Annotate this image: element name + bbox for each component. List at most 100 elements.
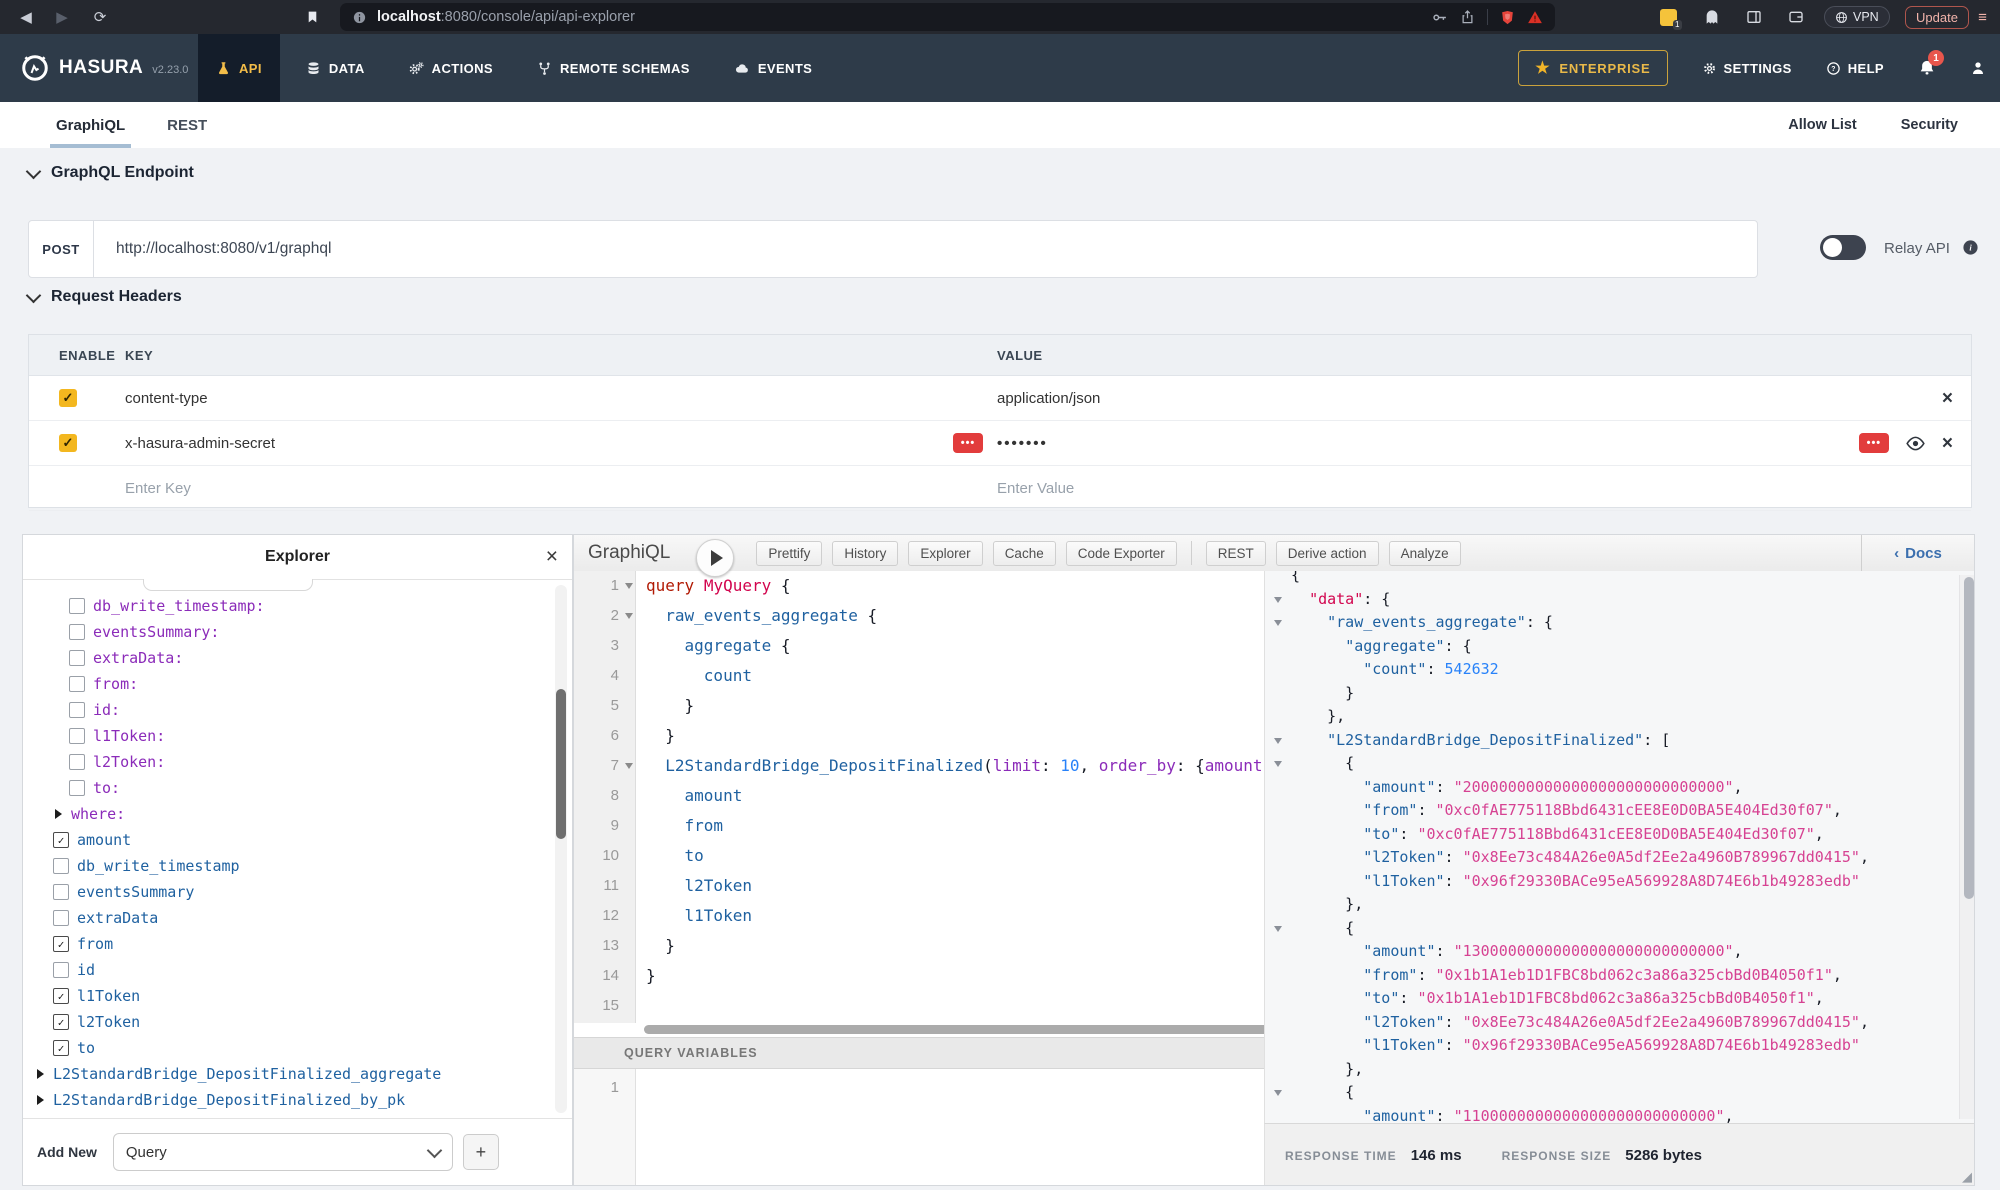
fold-arrow-icon[interactable] (625, 763, 633, 769)
nav-item-data[interactable]: DATA (288, 34, 383, 102)
hasura-brand[interactable]: HASURA v2.23.0 (20, 34, 188, 102)
checkbox-icon[interactable] (69, 702, 85, 718)
share-icon[interactable] (1460, 9, 1475, 25)
explorer-arg-id[interactable]: id: (23, 697, 572, 723)
explorer-arg-to[interactable]: to: (23, 775, 572, 801)
explorer-arg-l2token[interactable]: l2Token: (23, 749, 572, 775)
eye-icon[interactable] (1905, 436, 1926, 451)
checkbox-icon[interactable] (69, 650, 85, 666)
site-info-icon[interactable] (352, 0, 367, 34)
reload-icon[interactable]: ⟳ (88, 0, 112, 34)
docs-button[interactable]: ‹ Docs (1861, 535, 1974, 571)
explorer-arg-extradata[interactable]: extraData: (23, 645, 572, 671)
checkbox-icon[interactable] (69, 676, 85, 692)
checkbox-icon[interactable]: ✓ (53, 1014, 69, 1030)
rest-button[interactable]: REST (1206, 541, 1266, 566)
explorer-field-id[interactable]: id (23, 957, 572, 983)
info-icon[interactable]: i (1962, 239, 1979, 261)
nav-item-remote-schemas[interactable]: REMOTE SCHEMAS (519, 34, 708, 102)
checkbox-icon[interactable] (53, 884, 69, 900)
tab-rest[interactable]: REST (167, 102, 207, 148)
nav-item-actions[interactable]: ACTIONS (391, 34, 511, 102)
fold-arrow-icon[interactable] (1274, 738, 1282, 744)
nav-item-events[interactable]: EVENTS (716, 34, 830, 102)
request-headers-section[interactable]: Request Headers (28, 288, 182, 306)
enterprise-button[interactable]: ★ ENTERPRISE (1518, 50, 1667, 86)
explorer-scrollbar-thumb[interactable] (556, 689, 566, 839)
checkbox-icon[interactable]: ✓ (53, 936, 69, 952)
code-exporter-button[interactable]: Code Exporter (1066, 541, 1177, 566)
key-icon[interactable] (1431, 9, 1448, 26)
wallet-icon[interactable] (1784, 0, 1808, 34)
remove-header-icon[interactable]: × (1942, 389, 1953, 408)
expand-arrow-icon[interactable] (37, 1069, 44, 1079)
response-scrollbar-thumb[interactable] (1964, 577, 1974, 899)
header-key-input[interactable]: content-type (125, 390, 208, 407)
link-allow-list[interactable]: Allow List (1788, 102, 1856, 148)
fold-arrow-icon[interactable] (1274, 1090, 1282, 1096)
checkbox-icon[interactable]: ✓ (53, 988, 69, 1004)
fold-arrow-icon[interactable] (1274, 926, 1282, 932)
header-key-input[interactable]: x-hasura-admin-secret (125, 435, 275, 452)
close-icon[interactable]: × (546, 545, 558, 569)
prettify-button[interactable]: Prettify (756, 541, 822, 566)
sidebar-icon[interactable] (1742, 0, 1766, 34)
checkbox-icon[interactable]: ✓ (53, 832, 69, 848)
help-button[interactable]: ? HELP (1826, 61, 1884, 76)
explorer-arg-l1token[interactable]: l1Token: (23, 723, 572, 749)
explorer-arg-db_write_timestamp[interactable]: db_write_timestamp: (23, 593, 572, 619)
admin-secret-pill[interactable]: ••• (1859, 433, 1889, 453)
explorer-field-l1token[interactable]: ✓l1Token (23, 983, 572, 1009)
enable-checkbox[interactable]: ✓ (59, 434, 77, 452)
checkbox-icon[interactable] (69, 754, 85, 770)
ghost-extension-icon[interactable] (1700, 0, 1724, 34)
derive-action-button[interactable]: Derive action (1276, 541, 1379, 566)
explorer-field-from[interactable]: ✓from (23, 931, 572, 957)
analyze-button[interactable]: Analyze (1389, 541, 1461, 566)
checkbox-icon[interactable] (53, 858, 69, 874)
bookmark-icon[interactable] (300, 0, 324, 34)
explorer-field-db_write_timestamp[interactable]: db_write_timestamp (23, 853, 572, 879)
settings-button[interactable]: SETTINGS (1702, 61, 1792, 76)
checkbox-icon[interactable] (69, 728, 85, 744)
fold-arrow-icon[interactable] (625, 583, 633, 589)
vpn-button[interactable]: VPN (1824, 0, 1890, 34)
new-key-input[interactable]: Enter Key (125, 480, 191, 497)
history-button[interactable]: History (832, 541, 898, 566)
query-editor[interactable]: query MyQuery { raw_events_aggregate { a… (636, 571, 1264, 1023)
warning-triangle-icon[interactable] (1527, 10, 1543, 25)
explorer-field-extradata[interactable]: extraData (23, 905, 572, 931)
tab-graphiql[interactable]: GraphiQL (56, 102, 125, 148)
fold-arrow-icon[interactable] (625, 613, 633, 619)
checkbox-icon[interactable] (53, 962, 69, 978)
query-variables-bar[interactable]: QUERY VARIABLES (574, 1037, 1264, 1069)
fold-arrow-icon[interactable] (1274, 597, 1282, 603)
explorer-field-eventssummary[interactable]: eventsSummary (23, 879, 572, 905)
relay-api-toggle[interactable] (1820, 235, 1866, 260)
explorer-item-l2standardbridge_depositfinalized_aggregate[interactable]: L2StandardBridge_DepositFinalized_aggreg… (23, 1061, 572, 1087)
expand-arrow-icon[interactable] (37, 1095, 44, 1105)
fold-arrow-icon[interactable] (1274, 620, 1282, 626)
header-value-input[interactable]: application/json (997, 390, 1100, 407)
link-security[interactable]: Security (1901, 102, 1958, 148)
new-value-input[interactable]: Enter Value (997, 480, 1074, 497)
nav-item-api[interactable]: API (198, 34, 280, 102)
checkbox-icon[interactable] (53, 910, 69, 926)
browser-menu-icon[interactable]: ≡ (1972, 0, 1994, 34)
enable-checkbox[interactable]: ✓ (59, 389, 77, 407)
response-json[interactable]: { "data": { "raw_events_aggregate": { "a… (1291, 571, 1975, 1123)
checkbox-icon[interactable] (69, 624, 85, 640)
profile-button[interactable] (1970, 60, 1986, 76)
expand-arrow-icon[interactable] (55, 809, 62, 819)
endpoint-url-input[interactable]: http://localhost:8080/v1/graphql (94, 221, 331, 277)
header-value-input[interactable]: ••••••• (997, 435, 1048, 452)
remove-header-icon[interactable]: × (1942, 434, 1953, 453)
graphql-endpoint-section[interactable]: GraphQL Endpoint (28, 164, 194, 182)
cache-button[interactable]: Cache (993, 541, 1056, 566)
explorer-scrollbar[interactable] (555, 585, 567, 1113)
checkbox-icon[interactable] (69, 598, 85, 614)
explorer-button[interactable]: Explorer (908, 541, 982, 566)
url-bar[interactable]: localhost:8080/console/api/api-explorer (340, 3, 1555, 31)
back-icon[interactable]: ◀ (14, 0, 38, 34)
explorer-field-amount[interactable]: ✓amount (23, 827, 572, 853)
